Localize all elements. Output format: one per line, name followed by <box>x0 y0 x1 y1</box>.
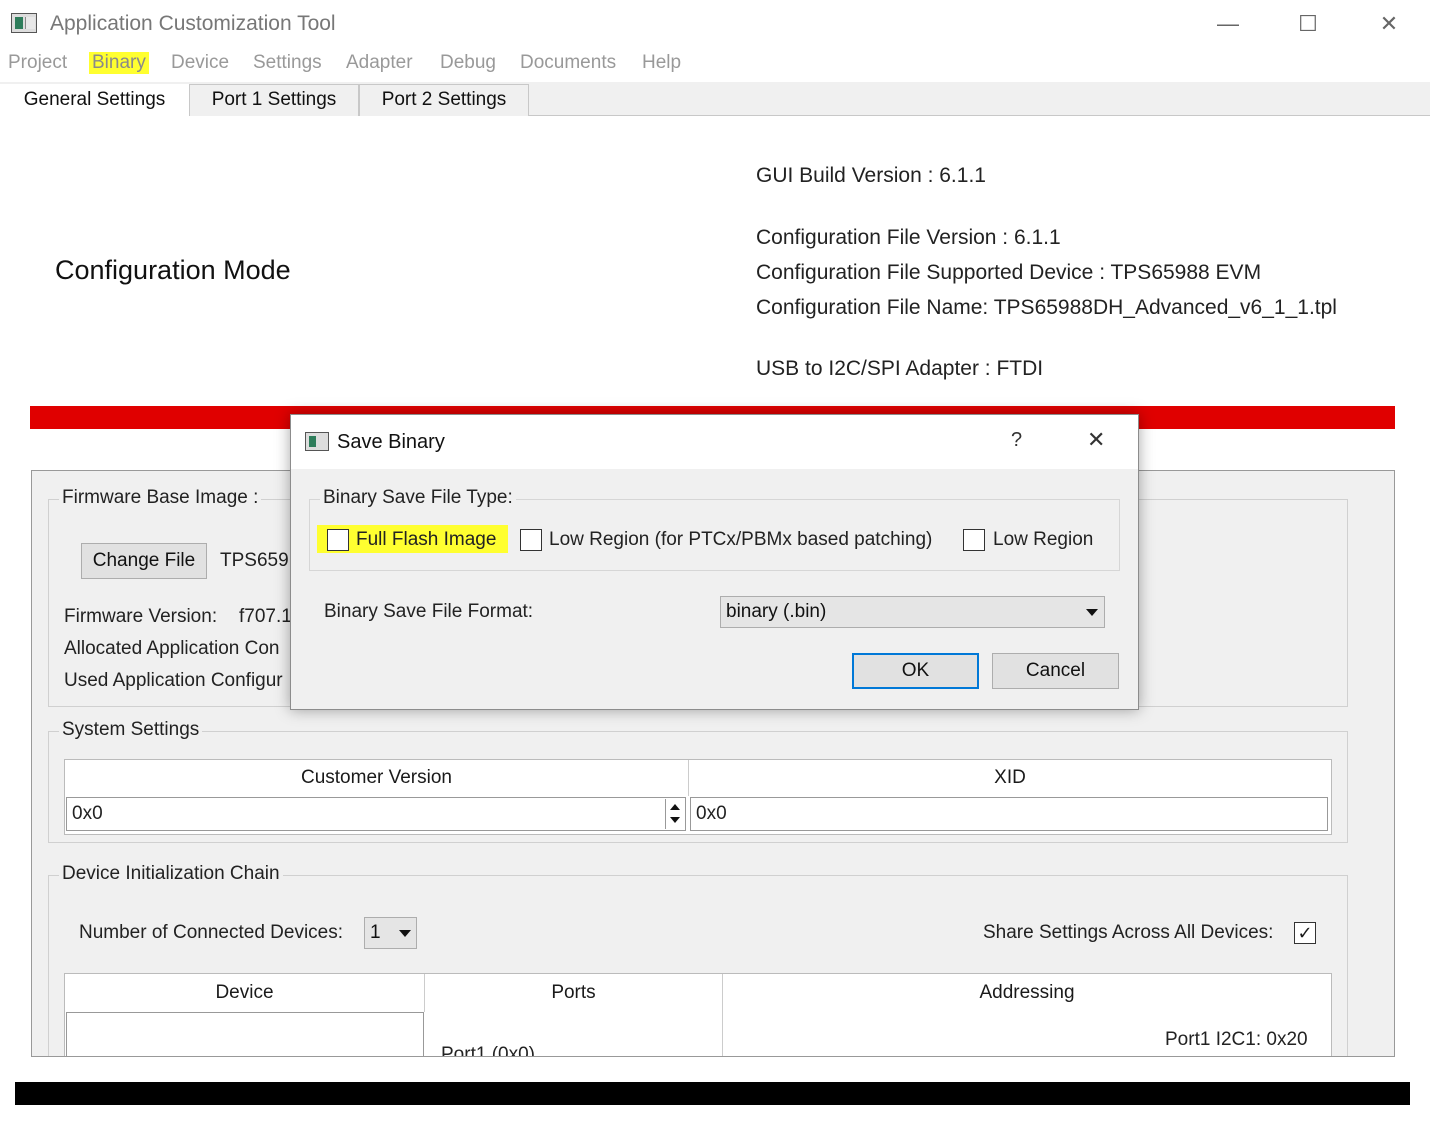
firmware-version-value: f707.1 <box>239 606 292 627</box>
stepper-up-icon[interactable] <box>670 804 680 810</box>
menu-bar: Project Binary Device Settings Adapter D… <box>0 48 1430 82</box>
menu-device[interactable]: Device <box>171 52 229 74</box>
num-devices-select[interactable]: 1 <box>364 917 417 949</box>
gui-build-version: GUI Build Version : 6.1.1 <box>756 164 986 187</box>
low-region-patching-label[interactable]: Low Region (for PTCx/PBMx based patching… <box>549 529 932 551</box>
config-file-device: Configuration File Supported Device : TP… <box>756 261 1262 284</box>
chevron-down-icon <box>1086 609 1098 616</box>
system-settings-table: Customer Version XID 0x0 0x0 <box>64 759 1332 835</box>
maximize-icon[interactable]: ☐ <box>1283 8 1333 40</box>
num-devices-label: Number of Connected Devices: <box>79 922 344 943</box>
file-format-select[interactable]: binary (.bin) <box>720 596 1105 628</box>
chevron-down-icon <box>399 930 411 937</box>
help-icon[interactable]: ? <box>1011 429 1022 452</box>
menu-binary[interactable]: Binary <box>89 52 149 74</box>
adapter-info: USB to I2C/SPI Adapter : FTDI <box>756 357 1044 380</box>
xid-input[interactable]: 0x0 <box>690 797 1328 831</box>
device-cell[interactable] <box>66 1012 424 1056</box>
full-flash-checkbox[interactable] <box>327 529 349 551</box>
port-entry: Port1 (0x0) <box>441 1044 535 1057</box>
allocated-app-config-label: Allocated Application Con <box>64 638 280 659</box>
low-region-checkbox[interactable] <box>963 529 985 551</box>
low-region-label[interactable]: Low Region <box>993 529 1093 551</box>
dialog-icon <box>305 432 329 451</box>
column-ports: Ports <box>551 982 596 1003</box>
tab-port1-settings[interactable]: Port 1 Settings <box>189 84 359 116</box>
file-type-label: Binary Save File Type: <box>320 487 516 509</box>
menu-documents[interactable]: Documents <box>520 52 616 74</box>
dialog-title: Save Binary <box>337 431 445 453</box>
customer-version-stepper[interactable] <box>665 799 683 829</box>
file-format-label: Binary Save File Format: <box>324 601 534 622</box>
used-app-config-label: Used Application Configur <box>64 670 283 691</box>
menu-adapter[interactable]: Adapter <box>346 52 413 74</box>
device-chain-table: Device Ports Addressing Port1 (0x0) Port… <box>64 973 1332 1057</box>
customer-version-input[interactable]: 0x0 <box>66 797 686 831</box>
firmware-version-label: Firmware Version: <box>64 606 218 627</box>
change-file-button[interactable]: Change File <box>81 543 207 579</box>
num-devices-value: 1 <box>370 922 381 943</box>
addressing-entry: Port1 I2C1: 0x20 <box>1165 1029 1308 1050</box>
window-titlebar: Application Customization Tool — ☐ ✕ <box>0 0 1430 48</box>
menu-project[interactable]: Project <box>8 52 67 74</box>
ok-button[interactable]: OK <box>852 653 979 689</box>
tab-strip: General Settings Port 1 Settings Port 2 … <box>0 82 1430 117</box>
low-region-patching-checkbox[interactable] <box>520 529 542 551</box>
stepper-down-icon[interactable] <box>670 817 680 823</box>
bottom-status-bar <box>15 1082 1410 1105</box>
menu-help[interactable]: Help <box>642 52 681 74</box>
save-binary-dialog: Save Binary ? ✕ Binary Save File Type: F… <box>290 414 1139 710</box>
config-file-name: Configuration File Name: TPS65988DH_Adva… <box>756 296 1337 319</box>
share-settings-label: Share Settings Across All Devices: <box>983 922 1274 943</box>
cancel-button[interactable]: Cancel <box>992 653 1119 689</box>
menu-debug[interactable]: Debug <box>440 52 496 74</box>
config-file-version: Configuration File Version : 6.1.1 <box>756 226 1061 249</box>
column-device: Device <box>65 974 425 1012</box>
file-format-value: binary (.bin) <box>726 601 827 622</box>
column-addressing: Addressing <box>979 982 1075 1003</box>
column-customer-version: Customer Version <box>65 760 689 796</box>
dialog-titlebar: Save Binary ? ✕ <box>291 415 1138 469</box>
firmware-file-name: TPS659 <box>220 550 289 571</box>
column-xid: XID <box>994 767 1026 788</box>
menu-settings[interactable]: Settings <box>253 52 322 74</box>
minimize-icon[interactable]: — <box>1203 8 1253 40</box>
dialog-close-icon[interactable]: ✕ <box>1087 427 1105 453</box>
system-settings-title: System Settings <box>59 719 203 741</box>
configuration-mode-label: Configuration Mode <box>55 255 291 285</box>
window-title: Application Customization Tool <box>50 12 336 35</box>
share-settings-checkbox[interactable]: ✓ <box>1294 922 1316 944</box>
firmware-group-title: Firmware Base Image : <box>59 487 262 509</box>
tab-port2-settings[interactable]: Port 2 Settings <box>359 84 529 116</box>
app-icon <box>11 13 37 33</box>
full-flash-label[interactable]: Full Flash Image <box>356 529 496 551</box>
close-icon[interactable]: ✕ <box>1364 8 1414 40</box>
tab-general-settings[interactable]: General Settings <box>0 84 189 117</box>
device-chain-title: Device Initialization Chain <box>59 863 283 885</box>
